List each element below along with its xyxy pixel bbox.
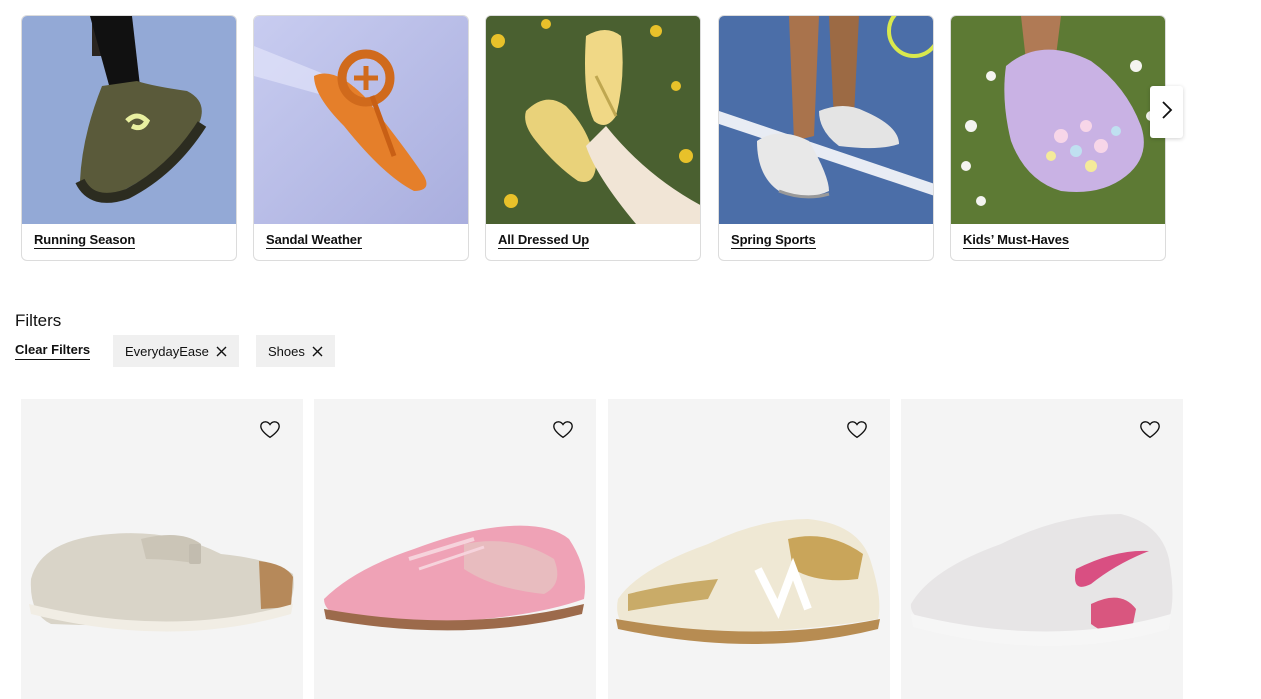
category-label: Spring Sports — [731, 232, 816, 249]
product-image — [616, 519, 880, 644]
heart-outline-icon[interactable] — [552, 419, 574, 441]
category-image — [719, 16, 933, 224]
category-card-all-dressed-up[interactable]: All Dressed Up — [485, 15, 701, 261]
close-icon[interactable] — [312, 346, 323, 357]
filters-title: Filters — [15, 311, 62, 330]
category-card-running-season[interactable]: Running Season — [21, 15, 237, 261]
product-card-white-pink-swoosh-sneaker[interactable] — [901, 399, 1183, 699]
category-image — [254, 16, 468, 224]
product-card-suede-clog[interactable] — [21, 399, 303, 699]
category-image — [22, 16, 236, 224]
category-image — [951, 16, 1165, 224]
product-image — [910, 514, 1173, 647]
product-image — [29, 533, 294, 632]
filter-chip-shoes[interactable]: Shoes — [256, 335, 335, 367]
category-carousel: Running Season Sandal Weather All Dresse… — [21, 15, 1186, 261]
carousel-next-button[interactable] — [1150, 86, 1183, 138]
chevron-right-icon — [1161, 100, 1173, 124]
category-image — [486, 16, 700, 224]
category-card-spring-sports[interactable]: Spring Sports — [718, 15, 934, 261]
product-card-cream-tan-sneaker[interactable] — [608, 399, 890, 699]
filter-chip-label: Shoes — [268, 343, 305, 359]
clear-filters-link[interactable]: Clear Filters — [15, 342, 91, 360]
category-label: Kids’ Must-Haves — [963, 232, 1070, 249]
heart-outline-icon[interactable] — [846, 419, 868, 441]
category-label: Running Season — [34, 232, 136, 249]
heart-outline-icon[interactable] — [259, 419, 281, 441]
filter-chip-label: EverydayEase — [125, 343, 209, 359]
category-card-kids-must-haves[interactable]: Kids’ Must-Haves — [950, 15, 1166, 261]
category-card-sandal-weather[interactable]: Sandal Weather — [253, 15, 469, 261]
product-image — [324, 525, 585, 631]
product-card-pink-mesh-sneaker[interactable] — [314, 399, 596, 699]
filter-chip-everydayease[interactable]: EverydayEase — [113, 335, 239, 367]
category-label: All Dressed Up — [498, 232, 590, 249]
heart-outline-icon[interactable] — [1139, 419, 1161, 441]
close-icon[interactable] — [216, 346, 227, 357]
category-label: Sandal Weather — [266, 232, 362, 249]
